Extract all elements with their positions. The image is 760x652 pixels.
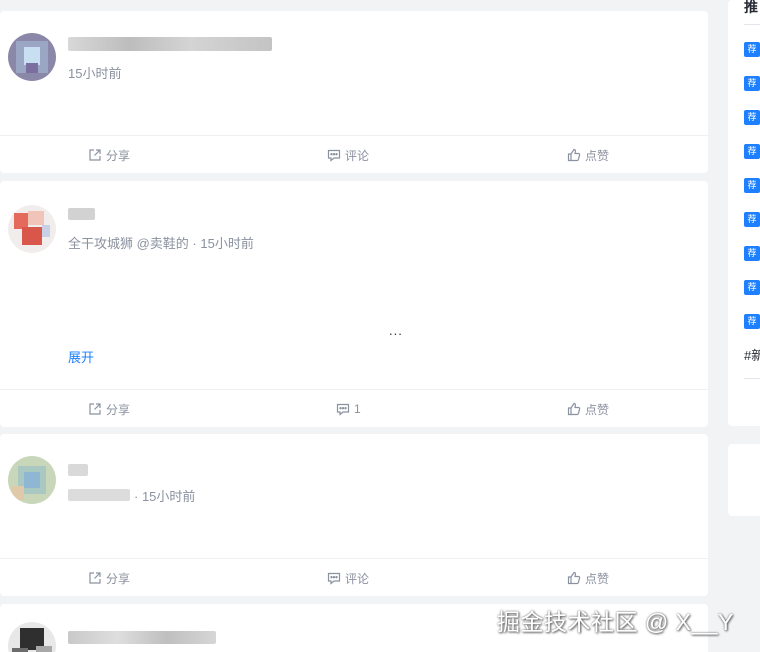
recommend-tag[interactable]: 荐 [744, 110, 760, 125]
like-label: 点赞 [585, 402, 610, 417]
divider [744, 24, 760, 25]
like-label: 点赞 [585, 148, 610, 163]
action-bar: 分享 评论 点赞 [0, 135, 708, 173]
recommend-tag[interactable]: 荐 [744, 280, 760, 295]
like-icon [567, 148, 581, 162]
share-button[interactable]: 分享 [88, 559, 130, 597]
post-time: 15小时前 [68, 66, 122, 81]
share-icon [89, 572, 101, 584]
sidebar-panel [728, 444, 760, 516]
like-icon [567, 571, 581, 585]
like-icon [567, 402, 581, 416]
comment-button[interactable]: 1 [336, 390, 361, 428]
avatar[interactable] [8, 33, 56, 81]
avatar[interactable] [8, 456, 56, 504]
post-card[interactable]: 全干攻城狮 @卖鞋的 · 15小时前 ... 展开 分享 1 点赞 [0, 181, 708, 427]
divider [744, 378, 760, 379]
comment-label: 评论 [345, 571, 370, 586]
recommend-tag[interactable]: 荐 [744, 212, 760, 227]
share-button[interactable]: 分享 [88, 390, 130, 428]
comment-icon [327, 149, 341, 162]
author-name-redacted[interactable] [68, 208, 95, 220]
recommend-tag[interactable]: 荐 [744, 42, 760, 57]
avatar[interactable] [8, 205, 56, 253]
share-icon [89, 149, 101, 161]
share-label: 分享 [106, 148, 131, 163]
author-name-redacted[interactable] [68, 37, 272, 51]
comment-icon [336, 403, 350, 416]
recommend-tag[interactable]: 荐 [744, 246, 760, 261]
share-label: 分享 [106, 402, 131, 417]
post-time: · 15小时前 [134, 489, 196, 504]
panel-title: 推 [744, 0, 758, 15]
like-button[interactable]: 点赞 [567, 390, 609, 428]
comment-button[interactable]: 评论 [327, 559, 369, 597]
avatar[interactable] [8, 622, 56, 652]
recommend-tag[interactable]: 荐 [744, 144, 760, 159]
watermark: 掘金技术社区 @ X__Y [497, 609, 734, 635]
post-card[interactable]: · 15小时前 分享 评论 点赞 [0, 434, 708, 596]
action-bar: 分享 1 点赞 [0, 389, 708, 427]
post-card[interactable]: 15小时前 分享 评论 点赞 [0, 11, 708, 173]
author-name-redacted[interactable] [68, 631, 216, 644]
like-button[interactable]: 点赞 [567, 559, 609, 597]
like-button[interactable]: 点赞 [567, 136, 609, 174]
comment-button[interactable]: 评论 [327, 136, 369, 174]
recommend-tag[interactable]: 荐 [744, 314, 760, 329]
comment-label: 评论 [345, 148, 370, 163]
share-button[interactable]: 分享 [88, 136, 130, 174]
topic-link[interactable]: #新 [744, 345, 760, 364]
feed-list: 15小时前 分享 评论 点赞 全干攻城狮 @卖鞋的 · 15小时前 ... 展开… [0, 0, 708, 652]
like-label: 点赞 [585, 571, 610, 586]
recommend-tag[interactable]: 荐 [744, 178, 760, 193]
content-ellipsis: ... [389, 323, 403, 338]
comment-count: 1 [354, 402, 361, 416]
author-name-redacted[interactable] [68, 464, 88, 476]
author-job-and-time: 全干攻城狮 @卖鞋的 · 15小时前 [68, 236, 254, 251]
recommend-tag[interactable]: 荐 [744, 76, 760, 91]
share-icon [89, 403, 101, 415]
expand-link[interactable]: 展开 [68, 347, 94, 366]
comment-icon [327, 572, 341, 585]
action-bar: 分享 评论 点赞 [0, 558, 708, 596]
right-sidebar: 推 荐 荐 荐 荐 荐 荐 荐 荐 荐 #新 [728, 0, 760, 652]
share-label: 分享 [106, 571, 131, 586]
job-title-redacted [68, 489, 130, 501]
recommend-panel: 推 荐 荐 荐 荐 荐 荐 荐 荐 荐 #新 [728, 0, 760, 426]
